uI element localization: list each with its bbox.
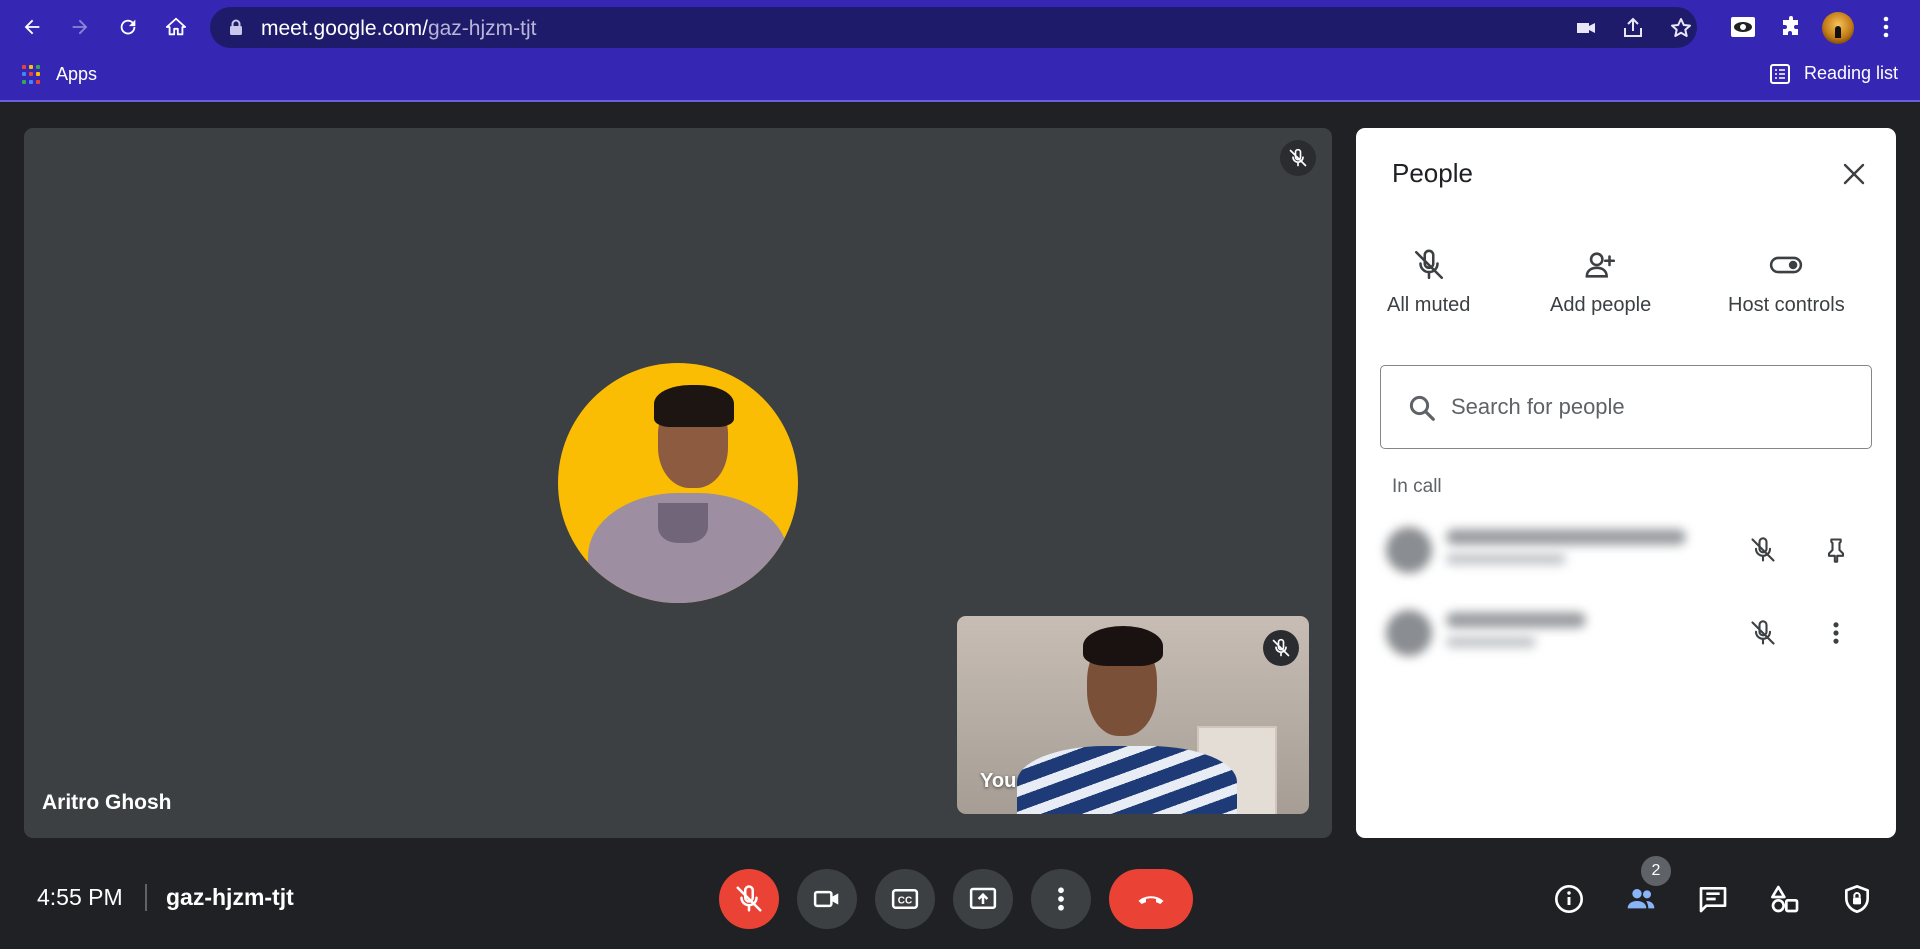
shapes-icon (1771, 885, 1799, 913)
add-people-label: Add people (1550, 294, 1652, 316)
video-camera-icon (813, 890, 839, 908)
browser-toolbar: meet.google.com/gaz-hjzm-tjt (0, 0, 1920, 55)
participant-avatar (1386, 527, 1432, 573)
self-label: You (980, 770, 1017, 792)
share-icon[interactable] (1621, 16, 1645, 40)
extensions-puzzle-icon[interactable] (1776, 12, 1806, 42)
participant-row (1380, 598, 1872, 668)
people-panel: People All muted Add people Host control… (1356, 128, 1896, 838)
participant-name-redacted (1446, 529, 1686, 545)
people-search[interactable] (1380, 365, 1872, 449)
in-call-heading: In call (1392, 476, 1442, 497)
main-video-tile[interactable]: Aritro Ghosh You (24, 128, 1332, 838)
captions-button[interactable]: CC (875, 869, 935, 929)
url-text: meet.google.com/gaz-hjzm-tjt (261, 17, 536, 41)
present-screen-button[interactable] (953, 869, 1013, 929)
meeting-code: gaz-hjzm-tjt (166, 884, 294, 910)
person-add-icon (1585, 252, 1615, 278)
participant-count-badge: 2 (1641, 856, 1671, 886)
closed-captions-icon: CC (891, 889, 919, 909)
meeting-details-button[interactable] (1545, 875, 1593, 923)
star-icon[interactable] (1669, 16, 1693, 40)
self-video-tile[interactable]: You (957, 616, 1309, 814)
mic-off-icon (1272, 638, 1290, 657)
url-path: gaz-hjzm-tjt (427, 17, 537, 40)
mic-off-icon (1414, 249, 1443, 280)
clock: 4:55 PM (37, 884, 123, 910)
activities-button[interactable] (1761, 875, 1809, 923)
more-options-button[interactable] (1031, 869, 1091, 929)
host-controls-label: Host controls (1728, 294, 1845, 316)
more-vertical-icon (1058, 887, 1064, 911)
camera-in-use-icon[interactable] (1574, 16, 1598, 40)
host-controls-button[interactable]: Host controls (1728, 248, 1845, 317)
chrome-menu-icon[interactable] (1871, 12, 1901, 42)
all-muted-button[interactable]: All muted (1387, 248, 1470, 317)
apps-bookmark[interactable]: Apps (22, 64, 97, 85)
hang-up-icon (1138, 896, 1164, 904)
camera-toggle-button[interactable] (797, 869, 857, 929)
mic-off-icon (1751, 620, 1775, 645)
main-participant-name: Aritro Ghosh (42, 791, 172, 814)
microphone-toggle-button[interactable] (719, 869, 779, 929)
home-button[interactable] (159, 10, 193, 44)
arrow-right-icon (72, 19, 88, 35)
mic-off-icon (736, 885, 762, 912)
url-host: meet.google.com/ (261, 17, 428, 40)
participant-subtitle-redacted (1446, 636, 1536, 648)
shield-lock-icon (1845, 885, 1869, 913)
pin-icon (1827, 538, 1845, 563)
bookmarks-bar (0, 55, 1920, 102)
participant-avatar (1386, 610, 1432, 656)
mic-off-icon (1289, 148, 1307, 167)
eye-extension-icon[interactable] (1728, 12, 1758, 42)
forward-button[interactable] (63, 10, 97, 44)
close-panel-button[interactable] (1834, 154, 1874, 194)
participant-mute-button[interactable] (1743, 613, 1783, 653)
toggle-icon (1770, 256, 1803, 274)
add-people-button[interactable]: Add people (1550, 248, 1651, 317)
participant-mute-button[interactable] (1743, 530, 1783, 570)
profile-avatar[interactable] (1822, 12, 1854, 44)
reload-button[interactable] (111, 10, 145, 44)
participant-name-redacted (1446, 612, 1586, 628)
back-button[interactable] (15, 10, 49, 44)
search-icon (1409, 395, 1435, 421)
arrow-left-icon (24, 19, 40, 35)
pin-button[interactable] (1816, 530, 1856, 570)
reading-list-button[interactable]: Reading list (1770, 63, 1898, 84)
address-bar[interactable]: meet.google.com/gaz-hjzm-tjt (210, 7, 1697, 48)
lock-icon (230, 19, 242, 35)
apps-label: Apps (56, 64, 98, 84)
people-icon (1627, 889, 1655, 909)
reload-icon (120, 19, 136, 35)
chat-icon (1699, 887, 1727, 913)
present-screen-icon (969, 887, 997, 909)
participant-row (1380, 515, 1872, 585)
reading-list-icon (1770, 63, 1790, 84)
divider (145, 884, 147, 911)
more-vertical-icon (1833, 622, 1839, 644)
participant-subtitle-redacted (1446, 553, 1566, 565)
info-icon (1555, 885, 1583, 913)
participant-avatar (558, 363, 798, 603)
participant-more-button[interactable] (1816, 613, 1856, 653)
search-input[interactable] (1451, 386, 1851, 428)
mic-off-icon (1751, 537, 1775, 562)
chat-button[interactable] (1689, 875, 1737, 923)
home-icon (165, 17, 187, 36)
svg-text:CC: CC (898, 895, 912, 906)
all-muted-label: All muted (1387, 294, 1471, 316)
leave-call-button[interactable] (1109, 869, 1193, 929)
panel-title: People (1392, 158, 1473, 188)
participant-muted-indicator (1280, 140, 1316, 176)
close-icon (1843, 163, 1865, 185)
reading-list-label: Reading list (1804, 63, 1899, 83)
apps-grid-icon (22, 64, 42, 85)
host-controls-toolbar-button[interactable] (1833, 875, 1881, 923)
self-muted-indicator (1263, 630, 1299, 666)
